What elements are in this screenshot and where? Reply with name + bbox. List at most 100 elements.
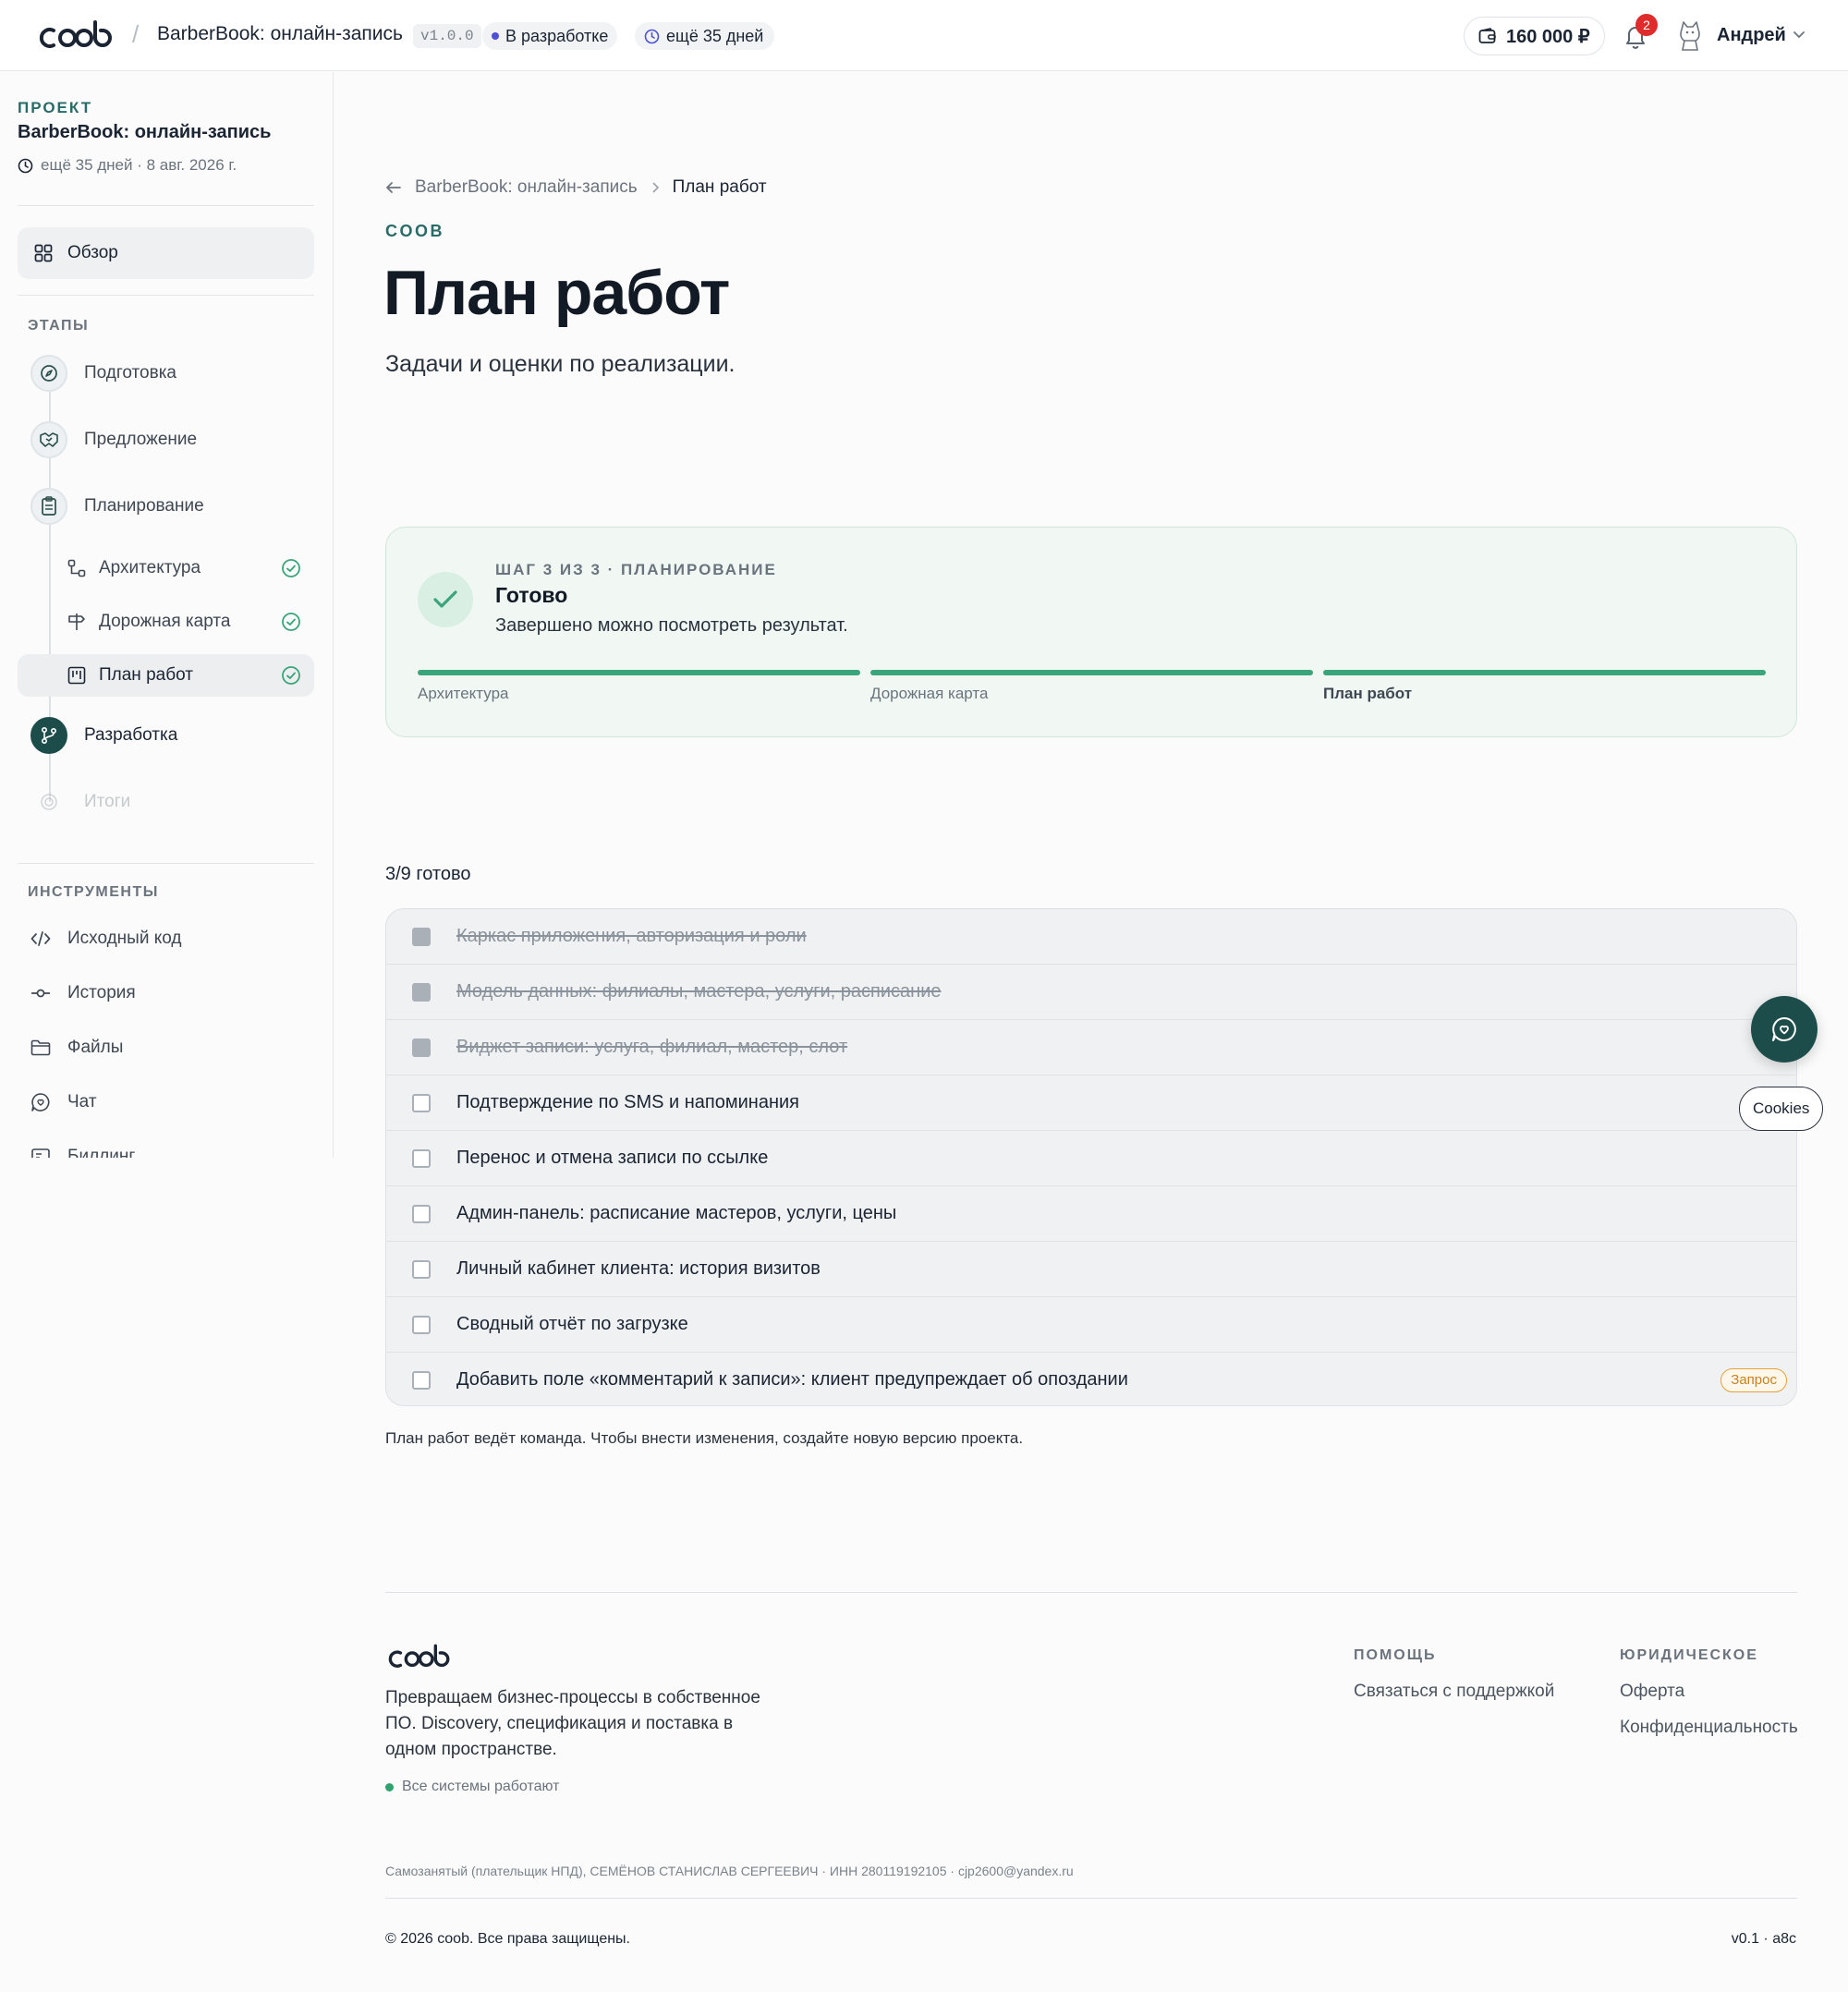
step-eyebrow: ШАГ 3 ИЗ 3 · ПЛАНИРОВАНИЕ	[495, 561, 777, 578]
sidebar-item-preparation[interactable]: Подготовка	[30, 353, 176, 394]
footer-link-offer[interactable]: Оферта	[1620, 1682, 1684, 1702]
stages-section-title: ЭТАПЫ	[28, 318, 90, 334]
footer-legal-title: ЮРИДИЧЕСКОЕ	[1620, 1647, 1758, 1663]
clock-icon	[644, 29, 660, 43]
handshake-icon	[30, 421, 67, 458]
breadcrumb: BarberBook: онлайн-запись План работ	[385, 177, 767, 198]
sidebar-item-planning[interactable]: Планирование	[30, 486, 204, 527]
coob-logo[interactable]	[37, 18, 122, 54]
sidebar-subitem-architecture[interactable]: Архитектура	[18, 547, 314, 589]
step-status-card: ШАГ 3 ИЗ 3 · ПЛАНИРОВАНИЕ Готово Заверше…	[385, 527, 1797, 737]
task-label: Перенос и отмена записи по ссылке	[456, 1148, 769, 1168]
task-label: Подтверждение по SMS и напоминания	[456, 1092, 799, 1112]
project-deadline: ещё 35 дней · 8 авг. 2026 г.	[18, 156, 237, 175]
divider	[18, 205, 314, 206]
cookies-button[interactable]: Cookies	[1739, 1087, 1824, 1131]
sidebar-item-label: Биллинг	[67, 1147, 136, 1158]
step-progress-segment	[418, 670, 860, 675]
footer-link-privacy[interactable]: Конфиденциальность	[1620, 1718, 1798, 1738]
project-label: ПРОЕКТ	[18, 99, 93, 116]
dashboard-icon	[34, 244, 53, 262]
step-label-roadmap[interactable]: Дорожная карта	[870, 685, 988, 703]
sidebar-subitem-label: План работ	[99, 665, 193, 685]
chevron-down-icon[interactable]	[1793, 30, 1805, 40]
step-label-architecture[interactable]: Архитектура	[418, 685, 508, 703]
sidebar-item-label: Разработка	[84, 725, 178, 745]
sidebar-item-label: Подготовка	[84, 363, 177, 383]
header-project-title[interactable]: BarberBook: онлайн-запись	[157, 23, 403, 45]
sidebar-item-label: Планирование	[84, 496, 204, 516]
task-row: Виджет записи: услуга, филиал, мастер, с…	[386, 1020, 1796, 1075]
sidebar-item-billing[interactable]: Биллинг	[30, 1142, 135, 1158]
sidebar-item-chat[interactable]: Чат	[30, 1087, 97, 1117]
task-row: Модель данных: филиалы, мастера, услуги,…	[386, 965, 1796, 1020]
kanban-icon	[67, 666, 86, 685]
status-text: В разработке	[505, 27, 609, 45]
breadcrumb-parent[interactable]: BarberBook: онлайн-запись	[415, 177, 638, 198]
project-name: BarberBook: онлайн-запись	[18, 122, 272, 142]
sidebar-item-proposal[interactable]: Предложение	[30, 419, 197, 460]
task-label: Каркас приложения, авторизация и роли	[456, 926, 807, 946]
sidebar-item-label: Предложение	[84, 430, 198, 449]
step-title: Готово	[495, 583, 568, 607]
task-row: Личный кабинет клиента: история визитов	[386, 1242, 1796, 1297]
sidebar-subitem-work-plan[interactable]: План работ	[18, 654, 314, 697]
step-progress-segment	[870, 670, 1313, 675]
sidebar-item-development[interactable]: Разработка	[30, 715, 177, 756]
billing-icon	[31, 1148, 50, 1158]
sidebar-item-label: Обзор	[67, 243, 118, 262]
sidebar-item-label: Исходный код	[67, 929, 182, 948]
commit-icon	[31, 989, 50, 998]
sidebar-subitem-label: Дорожная карта	[99, 612, 231, 631]
page-subtitle: Задачи и оценки по реализации.	[385, 351, 736, 377]
task-label: Сводный отчёт по загрузке	[456, 1314, 688, 1334]
footer-link-support[interactable]: Связаться с поддержкой	[1354, 1682, 1554, 1702]
task-label: Виджет записи: услуга, филиал, мастер, с…	[456, 1037, 848, 1057]
task-row: Сводный отчёт по загрузке	[386, 1297, 1796, 1353]
task-checkbox	[412, 928, 431, 946]
task-list: Каркас приложения, авторизация и роли Мо…	[385, 908, 1797, 1406]
task-row: Админ-панель: расписание мастеров, услуг…	[386, 1186, 1796, 1242]
chat-fab-button[interactable]	[1751, 996, 1818, 1063]
task-checkbox	[412, 983, 431, 1002]
breadcrumb-current: План работ	[672, 177, 767, 197]
footer-tagline: Превращаем бизнес-процессы в собственное…	[385, 1688, 760, 1759]
clipboard-icon	[30, 488, 67, 525]
tasks-note: План работ ведёт команда. Чтобы внести и…	[385, 1429, 1024, 1447]
task-checkbox	[412, 1149, 431, 1168]
footer-help-title: ПОМОЩЬ	[1354, 1647, 1437, 1663]
task-checkbox	[412, 1039, 431, 1057]
sidebar-item-source-code[interactable]: Исходный код	[30, 924, 181, 953]
sidebar-item-history[interactable]: История	[30, 978, 136, 1008]
avatar[interactable]	[1676, 20, 1704, 52]
task-row: Каркас приложения, авторизация и роли	[386, 909, 1796, 965]
system-status[interactable]: Все системы работают	[385, 1779, 559, 1795]
chevron-right-icon	[652, 182, 659, 193]
notifications-badge: 2	[1635, 14, 1658, 36]
step-description: Завершено можно посмотреть результат.	[495, 615, 848, 636]
task-checkbox	[412, 1094, 431, 1112]
system-status-text: Все системы работают	[402, 1779, 560, 1794]
arrow-left-icon[interactable]	[385, 180, 402, 195]
header-separator: /	[132, 20, 140, 48]
chat-bubble-icon	[1772, 1017, 1796, 1041]
tasks-progress-count: 3/9 готово	[385, 864, 471, 884]
deadline-text: ещё 35 дней · 8 авг. 2026 г.	[41, 156, 237, 174]
task-label: Добавить поле «комментарий к записи»: кл…	[456, 1369, 1128, 1390]
sidebar-item-files[interactable]: Файлы	[30, 1033, 123, 1063]
step-progress-segment	[1323, 670, 1766, 675]
step-label-work-plan[interactable]: План работ	[1323, 685, 1412, 703]
task-label: Админ-панель: расписание мастеров, услуг…	[456, 1203, 897, 1223]
sidebar-item-results: Итоги	[30, 782, 130, 822]
chat-icon	[31, 1093, 50, 1111]
sidebar-item-overview[interactable]: Обзор	[18, 227, 314, 279]
balance-button[interactable]: 160 000 ₽	[1464, 17, 1605, 55]
task-checkbox	[412, 1371, 431, 1390]
sidebar-subitem-roadmap[interactable]: Дорожная карта	[18, 601, 314, 643]
user-name[interactable]: Андрей	[1717, 25, 1786, 46]
top-bar: / BarberBook: онлайн-запись v1.0.0 В раз…	[0, 0, 1848, 71]
check-icon	[418, 572, 473, 627]
footer-coob-logo[interactable]	[385, 1643, 459, 1672]
footer-version: v0.1 · a8c	[1731, 1931, 1796, 1947]
folder-icon	[30, 1039, 51, 1056]
